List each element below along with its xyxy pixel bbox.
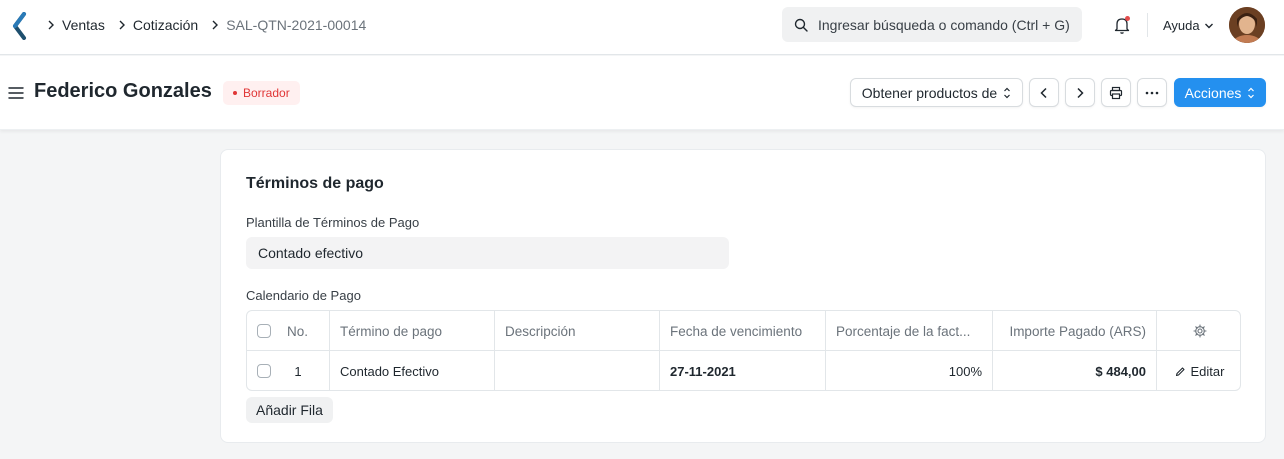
row-due-date[interactable]: 27-11-2021 — [660, 351, 826, 390]
print-button[interactable] — [1101, 78, 1131, 107]
chevron-right-icon — [115, 18, 129, 32]
search-input[interactable] — [818, 16, 1078, 33]
more-icon — [1145, 91, 1159, 94]
column-header-no: No. — [277, 311, 330, 351]
payment-terms-template-field[interactable]: Contado efectivo — [246, 237, 729, 269]
status-dot — [233, 91, 237, 95]
column-header-percentage: Porcentaje de la fact... — [826, 311, 993, 351]
add-row-button[interactable]: Añadir Fila — [246, 397, 333, 423]
breadcrumb: Ventas Cotización SAL-QTN-2021-00014 — [44, 17, 376, 33]
row-select-cell — [247, 351, 277, 390]
notifications-button[interactable] — [1112, 15, 1132, 35]
search-icon — [794, 18, 808, 32]
payment-schedule-label: Calendario de Pago — [246, 288, 361, 303]
sort-icon — [1004, 87, 1011, 98]
select-all-checkbox[interactable] — [257, 324, 271, 338]
row-term[interactable]: Contado Efectivo — [330, 351, 495, 390]
row-percentage[interactable]: 100% — [826, 351, 993, 390]
page-title: Federico Gonzales — [34, 80, 212, 102]
get-items-label: Obtener productos de — [861, 84, 998, 101]
actions-button[interactable]: Acciones — [1174, 78, 1266, 107]
page-head: Federico Gonzales Borrador Obtener produ… — [0, 56, 1284, 130]
chevron-right-icon — [1077, 87, 1084, 98]
help-dropdown[interactable]: Ayuda — [1163, 18, 1214, 33]
more-options-button[interactable] — [1137, 78, 1167, 107]
column-header-term: Término de pago — [330, 311, 495, 351]
avatar[interactable] — [1229, 7, 1265, 43]
chevron-down-icon — [1204, 23, 1213, 28]
column-header-amount: Importe Pagado (ARS) — [993, 311, 1157, 351]
payment-schedule-table: No. Término de pago Descripción Fecha de… — [246, 310, 1241, 391]
chevron-right-icon — [44, 18, 58, 32]
table-row[interactable]: 1 Contado Efectivo 27-11-2021 100% $ 484… — [247, 351, 1240, 390]
breadcrumb-current: SAL-QTN-2021-00014 — [226, 17, 367, 33]
row-description[interactable] — [495, 351, 660, 390]
column-header-due-date: Fecha de vencimiento — [660, 311, 826, 351]
row-checkbox[interactable] — [257, 364, 271, 378]
notification-dot — [1125, 16, 1130, 21]
navbar: Ventas Cotización SAL-QTN-2021-00014 Ayu… — [0, 0, 1284, 55]
back-logo-icon[interactable] — [12, 12, 28, 40]
previous-document-button[interactable] — [1029, 78, 1059, 107]
column-header-description: Descripción — [495, 311, 660, 351]
help-label: Ayuda — [1163, 18, 1200, 33]
row-amount[interactable]: $ 484,00 — [993, 351, 1157, 390]
actions-label: Acciones — [1184, 84, 1242, 101]
navbar-divider — [1147, 13, 1148, 37]
printer-icon — [1109, 86, 1123, 99]
breadcrumb-cotizacion[interactable]: Cotización — [133, 17, 198, 33]
row-edit-cell: Editar — [1157, 351, 1240, 390]
gear-icon[interactable] — [1192, 324, 1207, 338]
column-settings-cell — [1157, 311, 1240, 351]
edit-label: Editar — [1190, 363, 1225, 379]
section-title: Términos de pago — [246, 175, 384, 192]
select-all-cell — [247, 311, 277, 351]
breadcrumb-ventas[interactable]: Ventas — [62, 17, 105, 33]
next-document-button[interactable] — [1065, 78, 1095, 107]
table-header-row: No. Término de pago Descripción Fecha de… — [247, 311, 1240, 351]
row-no: 1 — [277, 351, 330, 390]
get-items-button[interactable]: Obtener productos de — [850, 78, 1023, 107]
chevron-left-icon — [1040, 87, 1047, 98]
status-label: Borrador — [243, 86, 290, 100]
pencil-icon — [1175, 366, 1185, 376]
search-bar[interactable] — [782, 7, 1082, 42]
edit-row-button[interactable]: Editar — [1175, 363, 1225, 379]
sort-icon — [1248, 87, 1255, 98]
payment-terms-template-label: Plantilla de Términos de Pago — [246, 215, 420, 230]
payment-terms-card: Términos de pago Plantilla de Términos d… — [220, 149, 1266, 443]
status-badge: Borrador — [223, 81, 300, 105]
hamburger-icon[interactable] — [8, 86, 24, 100]
chevron-right-icon — [208, 18, 222, 32]
